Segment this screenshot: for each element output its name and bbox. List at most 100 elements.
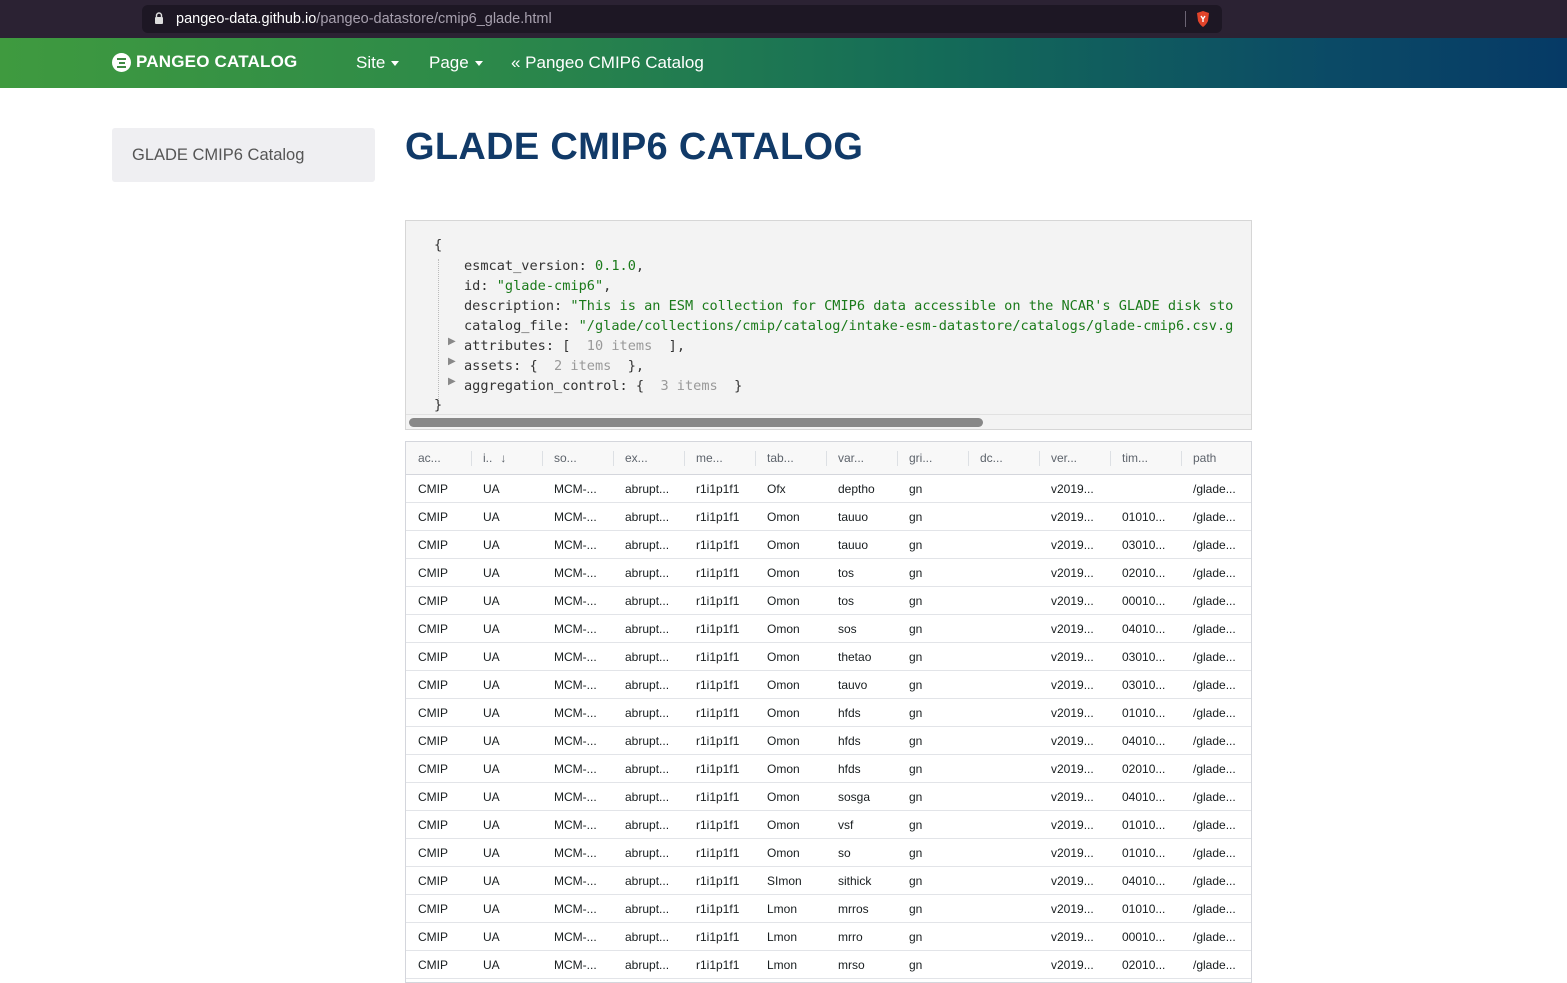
- column-header[interactable]: tab...: [767, 451, 794, 465]
- column-header[interactable]: gri...: [909, 451, 932, 465]
- table-cell: CMIP: [418, 902, 448, 916]
- table-cell: UA: [483, 538, 500, 552]
- column-resize-handle[interactable]: [826, 451, 827, 466]
- table-cell: r1i1p1f1: [696, 482, 740, 496]
- column-header-label: gri...: [909, 451, 933, 465]
- table-row[interactable]: CMIP UA MCM-... abrupt... r1i1p1f1 Omon hfds gn…: [406, 726, 1251, 755]
- column-resize-handle[interactable]: [1110, 451, 1111, 466]
- column-resize-handle[interactable]: [1039, 451, 1040, 466]
- expand-triangle-icon[interactable]: ▶: [448, 376, 456, 387]
- json-key: description:: [464, 298, 563, 314]
- expand-triangle-icon[interactable]: ▶: [448, 356, 456, 367]
- table-cell: MCM-...: [554, 790, 597, 804]
- table-cell: 01010...: [1122, 510, 1166, 524]
- table-cell: 04010...: [1122, 874, 1166, 888]
- table-cell: MCM-...: [554, 594, 597, 608]
- json-item-count: 2 items: [554, 358, 612, 374]
- column-header[interactable]: ex...: [625, 451, 648, 465]
- scrollbar-thumb[interactable]: [409, 418, 983, 427]
- column-header[interactable]: dc...: [980, 451, 1003, 465]
- table-cell: MCM-...: [554, 902, 597, 916]
- table-cell: UA: [483, 902, 500, 916]
- table-cell: UA: [483, 790, 500, 804]
- table-row[interactable]: CMIP UA MCM-... abrupt... r1i1p1f1 Omon thetao…: [406, 642, 1251, 671]
- table-cell: r1i1p1f1: [696, 846, 740, 860]
- json-line-assets[interactable]: assets: { 2 items },: [464, 356, 644, 376]
- column-header[interactable]: path: [1193, 451, 1216, 465]
- table-row[interactable]: CMIP UA MCM-... abrupt... r1i1p1f1 Omon sos gn v…: [406, 614, 1251, 643]
- table-cell: r1i1p1f1: [696, 706, 740, 720]
- table-cell: MCM-...: [554, 650, 597, 664]
- table-cell: 01010...: [1122, 706, 1166, 720]
- column-resize-handle[interactable]: [542, 451, 543, 466]
- table-cell: 01010...: [1122, 902, 1166, 916]
- table-cell: so: [838, 846, 851, 860]
- table-row[interactable]: CMIP UA MCM-... abrupt... r1i1p1f1 Ofx deptho g…: [406, 474, 1251, 503]
- table-cell: v2019...: [1051, 846, 1094, 860]
- table-row[interactable]: CMIP UA MCM-... abrupt... r1i1p1f1 Omon vsf gn v…: [406, 810, 1251, 839]
- table-cell: MCM-...: [554, 566, 597, 580]
- table-cell: gn: [909, 566, 923, 580]
- table-cell: Omon: [767, 734, 800, 748]
- table-cell: abrupt...: [625, 874, 670, 888]
- json-key: id:: [464, 278, 489, 294]
- column-header-label: me...: [696, 451, 723, 465]
- table-row[interactable]: CMIP UA MCM-... abrupt... r1i1p1f1 Omon tos gn v…: [406, 558, 1251, 587]
- table-row[interactable]: CMIP UA MCM-... abrupt... r1i1p1f1 Omon sosga g…: [406, 782, 1251, 811]
- table-cell: Omon: [767, 818, 800, 832]
- table-cell: CMIP: [418, 678, 448, 692]
- table-cell: CMIP: [418, 706, 448, 720]
- nav-site-dropdown[interactable]: Site: [356, 53, 400, 73]
- table-row[interactable]: CMIP UA MCM-... abrupt... r1i1p1f1 Omon tos gn v…: [406, 586, 1251, 615]
- json-key: esmcat_version:: [464, 258, 587, 274]
- column-header[interactable]: ac...: [418, 451, 441, 465]
- column-header[interactable]: tim...: [1122, 451, 1148, 465]
- table-cell: /glade...: [1193, 510, 1236, 524]
- column-header[interactable]: me...: [696, 451, 723, 465]
- column-resize-handle[interactable]: [755, 451, 756, 466]
- table-row[interactable]: CMIP UA MCM-... abrupt... r1i1p1f1 Omon hfds gn…: [406, 698, 1251, 727]
- brave-shield-icon[interactable]: [1195, 10, 1211, 28]
- table-row[interactable]: CMIP UA MCM-... abrupt... r1i1p1f1 Lmon mrros g…: [406, 894, 1251, 923]
- column-header[interactable]: var...: [838, 451, 864, 465]
- expand-triangle-icon[interactable]: ▶: [448, 336, 456, 347]
- table-cell: v2019...: [1051, 902, 1094, 916]
- column-resize-handle[interactable]: [968, 451, 969, 466]
- table-cell: v2019...: [1051, 706, 1094, 720]
- json-line-attributes[interactable]: attributes: [ 10 items ],: [464, 336, 685, 356]
- column-header[interactable]: ver...: [1051, 451, 1077, 465]
- address-bar[interactable]: pangeo-data.github.io/pangeo-datastore/c…: [142, 5, 1222, 33]
- table-cell: v2019...: [1051, 874, 1094, 888]
- column-header[interactable]: so...: [554, 451, 577, 465]
- sidebar-link-glade-cmip6[interactable]: GLADE CMIP6 Catalog: [132, 146, 304, 165]
- nav-site-label: Site: [356, 53, 386, 72]
- table-cell: v2019...: [1051, 594, 1094, 608]
- json-line-aggregation-control[interactable]: aggregation_control: { 3 items }: [464, 376, 742, 396]
- table-cell: UA: [483, 874, 500, 888]
- table-row[interactable]: CMIP UA MCM-... abrupt... r1i1p1f1 Omon so gn v2…: [406, 838, 1251, 867]
- table-row[interactable]: CMIP UA MCM-... abrupt... r1i1p1f1 Omon tauuo g…: [406, 530, 1251, 559]
- table-cell: hfds: [838, 734, 861, 748]
- table-row[interactable]: CMIP UA MCM-... abrupt... r1i1p1f1 Omon tauvo g…: [406, 670, 1251, 699]
- table-cell: abrupt...: [625, 790, 670, 804]
- table-row[interactable]: CMIP UA MCM-... abrupt... r1i1p1f1 SImon sithi…: [406, 866, 1251, 895]
- column-resize-handle[interactable]: [613, 451, 614, 466]
- table-row[interactable]: CMIP UA MCM-... abrupt... r1i1p1f1 Lmon mrso gn…: [406, 950, 1251, 979]
- nav-back-link[interactable]: « Pangeo CMIP6 Catalog: [511, 53, 704, 73]
- table-row[interactable]: CMIP UA MCM-... abrupt... r1i1p1f1 Lmon mrro gn…: [406, 922, 1251, 951]
- table-cell: thetao: [838, 650, 872, 664]
- column-header[interactable]: i.. ↓: [483, 451, 506, 465]
- table-cell: /glade...: [1193, 566, 1236, 580]
- brand-logo[interactable]: PANGEO CATALOG: [112, 52, 297, 72]
- table-cell: /glade...: [1193, 902, 1236, 916]
- column-resize-handle[interactable]: [1181, 451, 1182, 466]
- table-row[interactable]: CMIP UA MCM-... abrupt... r1i1p1f1 Omon hfds gn…: [406, 754, 1251, 783]
- column-header-label: ex...: [625, 451, 648, 465]
- nav-page-dropdown[interactable]: Page: [429, 53, 483, 73]
- json-line-esmcat-version: esmcat_version: 0.1.0,: [464, 258, 645, 274]
- column-resize-handle[interactable]: [471, 451, 472, 466]
- column-resize-handle[interactable]: [897, 451, 898, 466]
- horizontal-scrollbar[interactable]: [406, 414, 1251, 429]
- column-resize-handle[interactable]: [684, 451, 685, 466]
- table-row[interactable]: CMIP UA MCM-... abrupt... r1i1p1f1 Omon tauuo g…: [406, 502, 1251, 531]
